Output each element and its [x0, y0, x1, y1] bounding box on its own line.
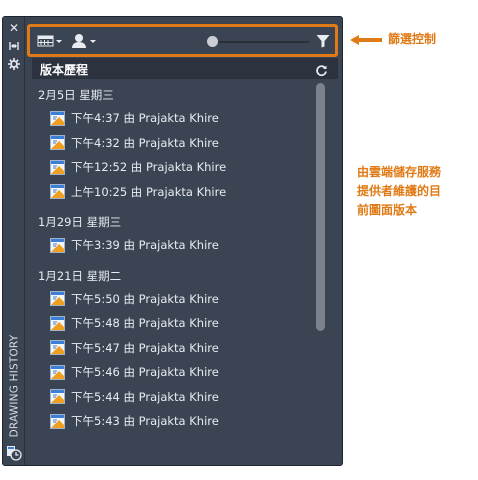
palette-title-text: DRAWING HISTORY	[8, 334, 20, 438]
version-label: 上午10:25 由 Prajakta Khire	[71, 184, 227, 199]
version-label: 下午5:47 由 Prajakta Khire	[71, 340, 219, 355]
version-row[interactable]: 下午3:39 由 Prajakta Khire	[50, 236, 219, 254]
version-row[interactable]: 上午10:25 由 Prajakta Khire	[50, 183, 226, 201]
date-group-label: 1月29日 星期三	[38, 215, 122, 229]
date-group-label: 2月5日 星期三	[38, 88, 114, 102]
palette-side-title: DRAWING HISTORY	[4, 317, 24, 455]
annotation-filter-control: 篩選控制	[388, 32, 437, 46]
version-row[interactable]: 下午4:37 由 Prajakta Khire	[50, 109, 219, 127]
drawing-history-icon	[6, 445, 22, 461]
drawing-file-icon	[50, 340, 65, 355]
version-row[interactable]: 下午12:52 由 Prajakta Khire	[50, 158, 226, 176]
annotation-versions-line3: 前圖面版本	[357, 203, 418, 217]
drawing-file-icon	[50, 315, 65, 331]
version-row[interactable]: 下午4:32 由 Prajakta Khire	[50, 134, 219, 152]
version-label: 下午5:43 由 Prajakta Khire	[71, 414, 219, 428]
drawing-file-icon	[50, 110, 65, 126]
list-header: 版本歷程	[32, 58, 338, 79]
version-row[interactable]: 下午5:50 由 Prajakta Khire	[50, 290, 219, 308]
version-list: 2月5日 星期三下午4:37 由 Prajakta Khire 下午4:32 由 …	[32, 79, 316, 439]
annotation-versions-line1: 由雲端儲存服務	[357, 165, 442, 179]
version-label: 下午12:52 由 Prajakta Khire	[71, 160, 227, 174]
auto-hide-icon[interactable]	[7, 39, 21, 53]
date-group-label: 1月21日 星期二	[38, 268, 122, 283]
version-label: 下午3:39 由 Prajakta Khire	[71, 238, 219, 252]
drawing-file-icon	[50, 413, 65, 429]
version-row[interactable]: 下午5:46 由 Prajakta Khire	[50, 363, 219, 381]
drawing-file-icon	[50, 184, 65, 199]
version-label: 下午4:32 由 Prajakta Khire	[71, 135, 219, 150]
version-row[interactable]: 下午5:48 由 Prajakta Khire	[50, 314, 219, 332]
drawing-file-icon	[50, 389, 65, 404]
version-label: 下午5:48 由 Prajakta Khire	[71, 316, 219, 330]
close-icon[interactable]: ✕	[7, 21, 21, 35]
scrollbar-thumb[interactable]	[316, 83, 325, 331]
drawing-file-icon	[50, 135, 65, 150]
header-title: 版本歷程	[40, 63, 89, 77]
filter-controls-highlight	[27, 24, 338, 57]
drawing-file-icon	[50, 159, 65, 175]
refresh-icon[interactable]	[315, 62, 328, 77]
version-label: 下午5:44 由 Prajakta Khire	[71, 389, 219, 404]
version-label: 下午4:37 由 Prajakta Khire	[71, 111, 219, 125]
annotation-arrow-icon	[350, 35, 382, 45]
version-label: 下午5:46 由 Prajakta Khire	[71, 365, 219, 379]
drawing-file-icon	[50, 364, 65, 380]
version-row[interactable]: 下午5:47 由 Prajakta Khire	[50, 339, 219, 357]
drawing-file-icon	[50, 237, 65, 253]
version-label: 下午5:50 由 Prajakta Khire	[71, 291, 219, 306]
palette-side-strip: ✕ DRAWING HISTORY	[3, 17, 25, 465]
drawing-history-palette: ✕ DRAWING HISTORY 版本歷程 2月5日 星期三 下午4:37 由…	[2, 16, 343, 466]
annotation-versions-line2: 提供者維護的目	[357, 184, 442, 198]
properties-gear-icon[interactable]	[7, 57, 21, 71]
version-row[interactable]: 下午5:44 由 Prajakta Khire	[50, 388, 219, 406]
version-row[interactable]: 下午5:43 由 Prajakta Khire	[50, 412, 219, 430]
drawing-file-icon	[50, 291, 65, 306]
